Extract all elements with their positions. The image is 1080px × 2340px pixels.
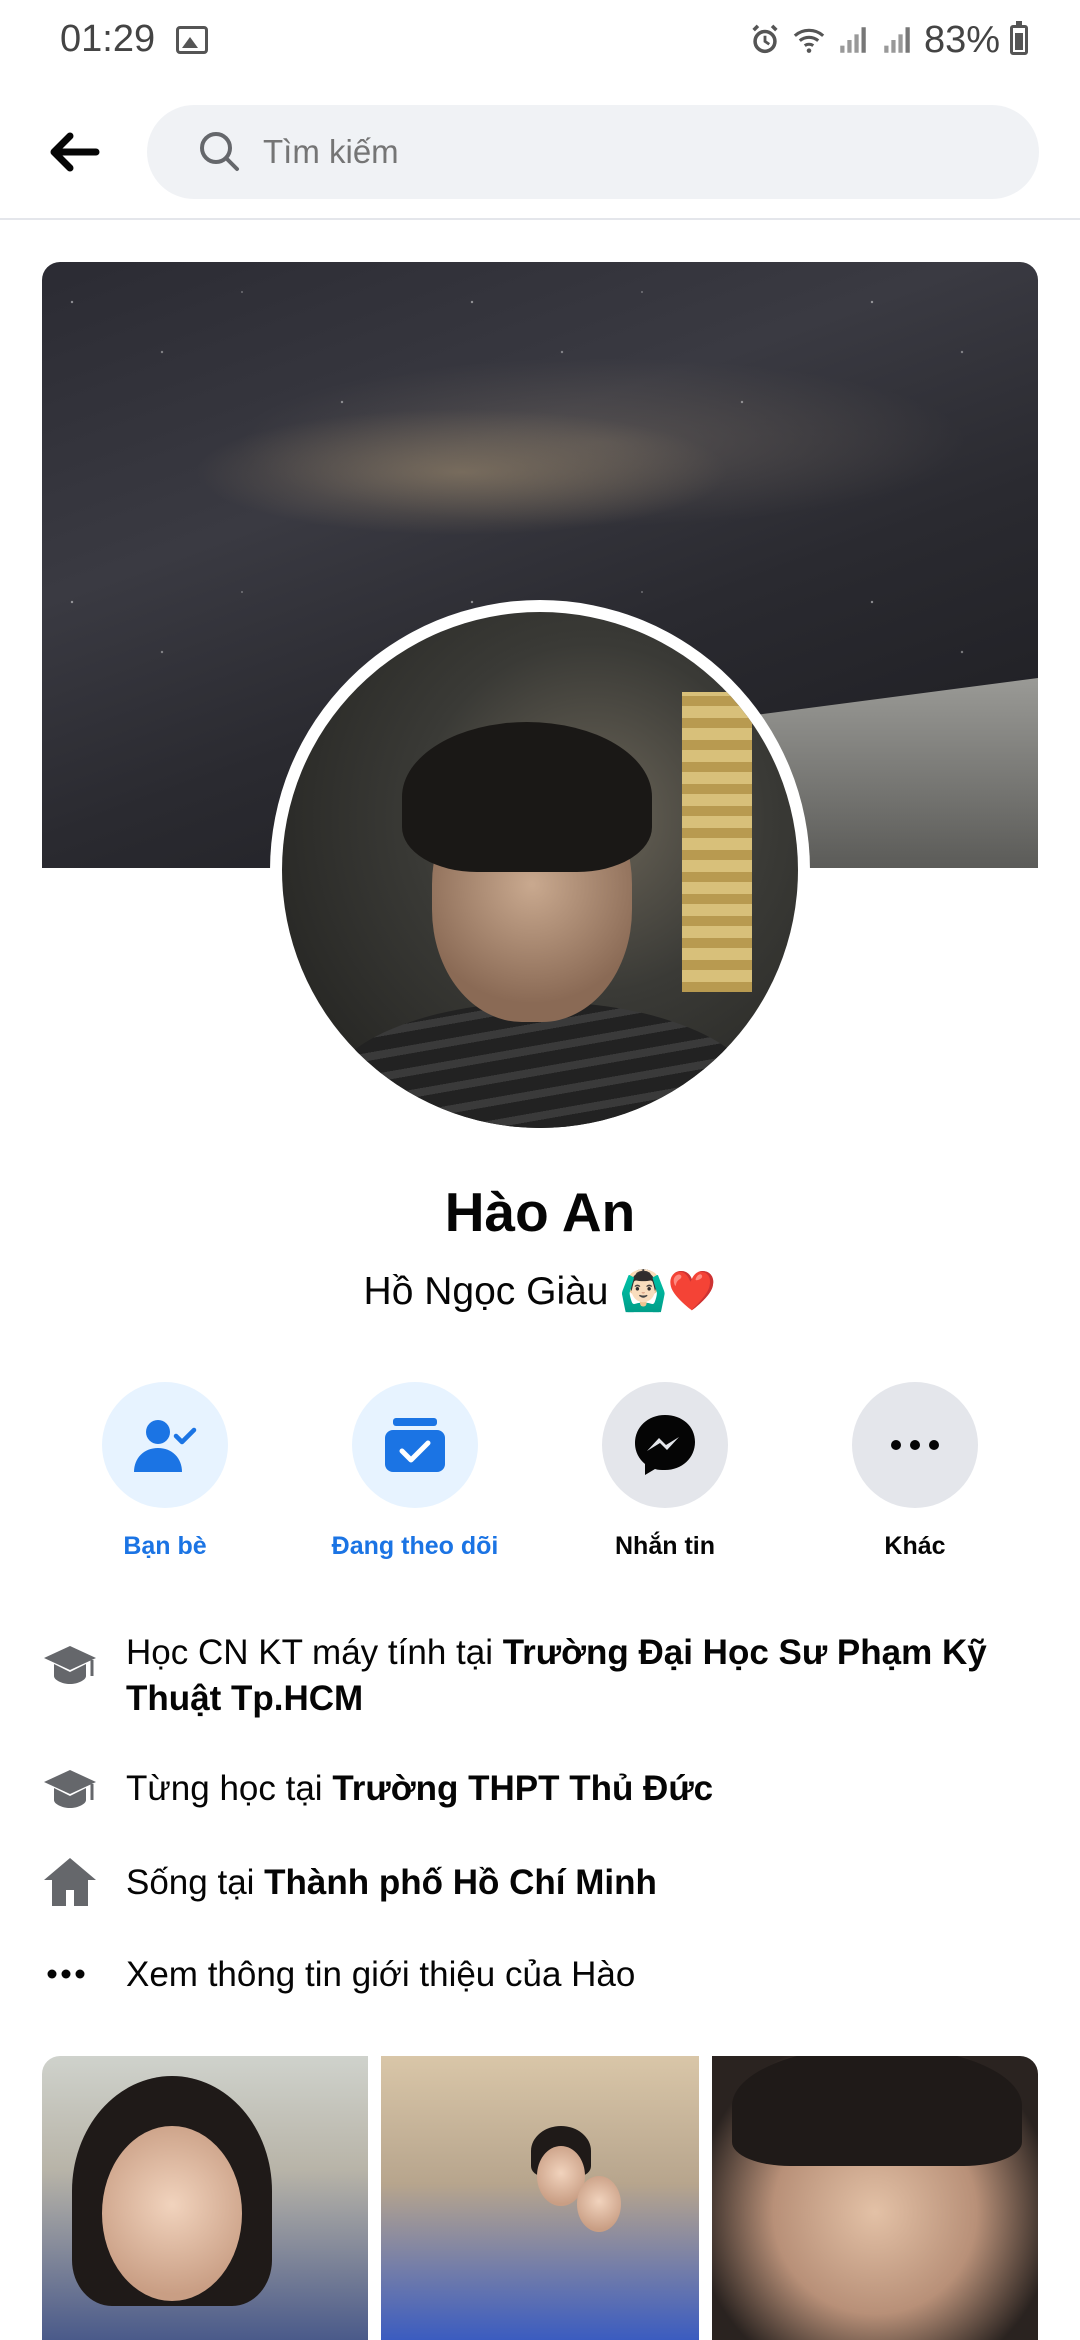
profile-alt-name: Hồ Ngọc Giàu 🙆🏻‍♂️❤️: [363, 1270, 717, 1313]
photo-3-hair: [732, 2056, 1022, 2166]
message-button[interactable]: Nhắn tin: [540, 1382, 790, 1561]
back-arrow-icon[interactable]: [44, 126, 104, 178]
top-bar: [0, 84, 1080, 220]
intro-see-more[interactable]: Xem thông tin giới thiệu của Hào: [42, 1952, 1042, 1998]
intro-study[interactable]: Học CN KT máy tính tại Trường Đại Học Sư…: [42, 1630, 1042, 1722]
more-button[interactable]: Khác: [790, 1382, 1040, 1561]
battery-percent: 83%: [923, 18, 1000, 61]
following-label: Đang theo dõi: [331, 1532, 499, 1560]
intro-studied-place[interactable]: Trường THPT Thủ Đức: [332, 1769, 713, 1808]
friends-button-circle: [102, 1382, 228, 1508]
intro-lives-prefix: Sống tại: [126, 1863, 265, 1902]
profile-avatar[interactable]: [270, 600, 810, 1140]
graduation-cap-icon: [44, 1770, 96, 1808]
message-label: Nhắn tin: [615, 1532, 715, 1560]
photo-1-face: [102, 2126, 242, 2301]
photo-thumbnail[interactable]: [712, 2056, 1038, 2340]
friends-icon: [134, 1420, 197, 1472]
profile-actions: Bạn bè Đang theo dõi Nhắn tin Khác: [40, 1382, 1040, 1562]
following-icon: [385, 1418, 445, 1472]
more-label: Khác: [884, 1532, 946, 1560]
photo-2-face-2: [577, 2176, 621, 2232]
signal-icon: [840, 27, 866, 53]
home-icon: [44, 1858, 96, 1906]
photo-thumbnail[interactable]: [381, 2056, 699, 2340]
message-button-circle: [602, 1382, 728, 1508]
avatar-bg-door: [682, 692, 752, 992]
image-icon: [176, 26, 208, 54]
intro-study-prefix: Học CN KT máy tính tại: [126, 1633, 503, 1672]
more-icon: [891, 1440, 939, 1450]
graduation-cap-icon: [44, 1646, 96, 1684]
search-input[interactable]: [263, 105, 963, 199]
status-bar: 01:29 83%: [0, 0, 1080, 84]
battery-icon: [1010, 21, 1028, 55]
search-bar[interactable]: [147, 105, 1039, 199]
avatar-image: [282, 612, 798, 1128]
more-dots-icon: [47, 1969, 85, 1979]
intro-lives-place[interactable]: Thành phố Hồ Chí Minh: [264, 1863, 657, 1902]
signal-icon: [884, 27, 910, 53]
alarm-icon: [752, 24, 778, 54]
friends-label: Bạn bè: [123, 1532, 207, 1560]
intro-see-more-label: Xem thông tin giới thiệu của Hào: [126, 1955, 636, 1994]
following-button[interactable]: Đang theo dõi: [290, 1382, 540, 1561]
intro-studied[interactable]: Từng học tại Trường THPT Thủ Đức: [42, 1766, 1042, 1812]
status-icons: 83%: [748, 18, 1028, 62]
avatar-hair: [402, 722, 652, 872]
friends-button[interactable]: Bạn bè: [40, 1382, 290, 1561]
wifi-icon: [793, 28, 825, 53]
intro-lives[interactable]: Sống tại Thành phố Hồ Chí Minh: [42, 1858, 1042, 1906]
profile-name: Hào An: [444, 1181, 636, 1243]
photo-thumbnail[interactable]: [42, 2056, 368, 2340]
more-button-circle: [852, 1382, 978, 1508]
search-icon: [200, 132, 239, 171]
messenger-icon: [635, 1415, 695, 1475]
intro-studied-prefix: Từng học tại: [126, 1769, 333, 1808]
photos-grid: [42, 2056, 1038, 2340]
status-time: 01:29: [60, 18, 156, 60]
following-button-circle: [352, 1382, 478, 1508]
